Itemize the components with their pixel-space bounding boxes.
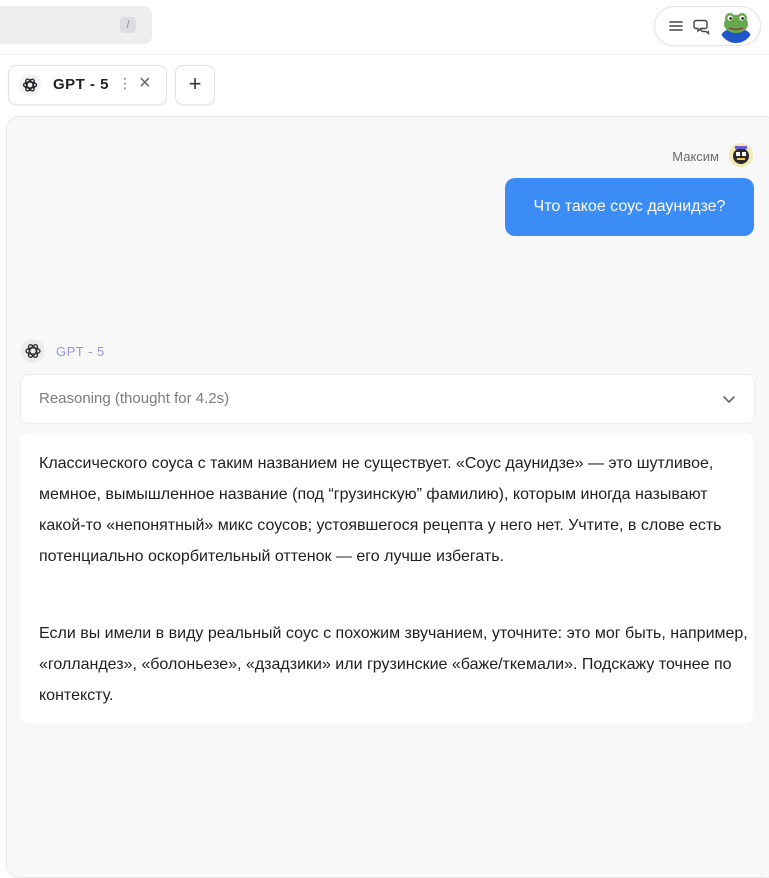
gpt-logo-icon <box>19 74 41 96</box>
user-message: Что такое соус даунидзе? <box>505 178 754 236</box>
bot-message: Классического соуса с таким названием не… <box>20 433 753 723</box>
user-name: Максим <box>672 149 719 164</box>
tab-more-icon[interactable]: ⋮ <box>118 75 132 92</box>
avatar <box>729 143 753 167</box>
reasoning-toggle[interactable]: Reasoning (thought for 4.2s) <box>20 374 755 424</box>
frog-avatar-icon <box>719 9 753 43</box>
search-input[interactable]: / <box>0 6 152 44</box>
reasoning-label: Reasoning (thought for 4.2s) <box>39 390 230 407</box>
avatar[interactable] <box>719 9 753 43</box>
chevron-down-icon <box>723 396 735 403</box>
answer-paragraph: Если вы имели в виду реальный соус с пох… <box>39 625 748 704</box>
top-bar: / <box>0 0 769 55</box>
add-tab-button[interactable]: + <box>175 65 215 105</box>
bot-name: GPT - 5 <box>56 344 105 359</box>
top-actions <box>654 6 761 46</box>
search-shortcut-badge: / <box>120 17 136 33</box>
answer-paragraph: Классического соуса с таким названием не… <box>39 455 722 565</box>
menu-icon[interactable] <box>669 19 683 33</box>
user-avatar-icon <box>729 143 753 167</box>
tab-title: GPT - 5 <box>53 76 110 93</box>
close-icon[interactable]: × <box>139 72 151 95</box>
gpt-logo-icon <box>21 339 45 363</box>
tab-gpt5[interactable]: GPT - 5 ⋮ × <box>8 65 167 105</box>
chat-icon[interactable] <box>693 17 711 35</box>
